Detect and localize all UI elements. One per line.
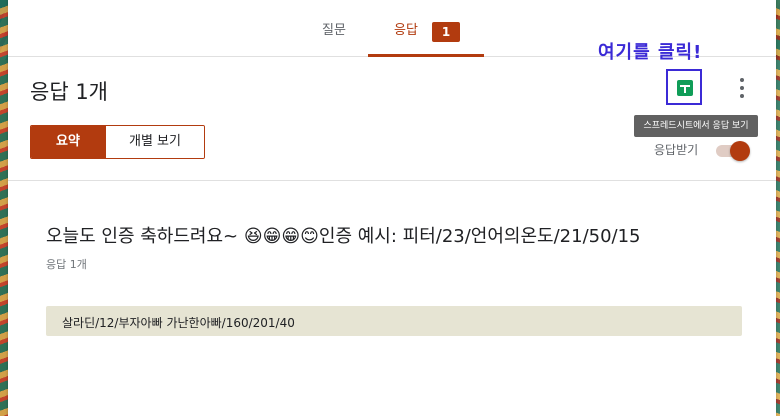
toggle-knob — [730, 141, 750, 161]
summary-tab[interactable]: 요약 — [31, 126, 105, 158]
accept-responses-label: 응답받기 — [654, 143, 699, 157]
tab-responses-label: 응답 — [394, 23, 418, 38]
answer-text: 살라딘/12/부자아빠 가난한아빠/160/201/40 — [62, 316, 295, 330]
tab-responses[interactable]: 응답 1 — [368, 0, 484, 57]
active-tab-indicator — [368, 54, 484, 57]
question-response-count: 응답 1개 — [46, 258, 87, 271]
more-vert-icon-dot — [740, 94, 744, 98]
view-mode-toggle: 요약 개별 보기 — [30, 125, 205, 159]
response-count-badge: 1 — [432, 22, 460, 42]
tab-questions[interactable]: 질문 — [304, 0, 364, 56]
view-in-sheets-button[interactable] — [666, 69, 702, 105]
more-vert-icon — [740, 78, 744, 82]
tab-questions-label: 질문 — [322, 23, 346, 38]
more-vert-icon-dot — [740, 86, 744, 90]
click-here-annotation: 여기를 클릭! — [598, 42, 703, 63]
answer-item: 살라딘/12/부자아빠 가난한아빠/160/201/40 — [46, 306, 742, 336]
individual-tab[interactable]: 개별 보기 — [105, 126, 204, 158]
section-divider — [8, 180, 776, 181]
page-title: 응답 1개 — [30, 80, 108, 104]
more-options-button[interactable] — [732, 76, 752, 100]
responses-card: 질문 응답 1 여기를 클릭! 응답 1개 스프레드시트에서 응답 보기 요약 … — [8, 0, 776, 416]
sheets-icon — [677, 80, 693, 96]
accept-responses-toggle[interactable] — [716, 141, 750, 161]
sheets-tooltip: 스프레드시트에서 응답 보기 — [634, 115, 758, 137]
question-title: 오늘도 인증 축하드려요~ 😆😁😁😊인증 예시: 피터/23/언어의온도/21/… — [46, 226, 641, 247]
